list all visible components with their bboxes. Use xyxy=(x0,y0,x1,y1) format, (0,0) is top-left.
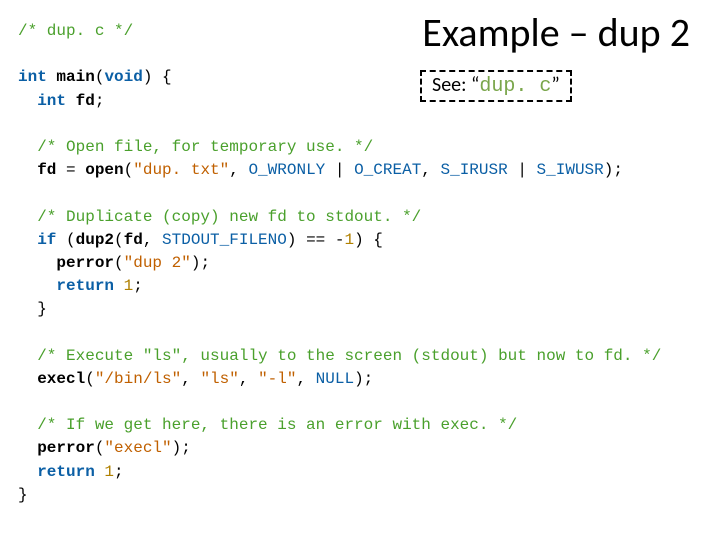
code-func: dup2 xyxy=(76,231,114,249)
code-const: NULL xyxy=(316,370,354,388)
code-func: execl xyxy=(37,370,85,388)
code-type: void xyxy=(104,68,142,86)
code-string: "/bin/ls" xyxy=(95,370,181,388)
code-string: "execl" xyxy=(104,439,171,457)
code-string: "ls" xyxy=(200,370,238,388)
code-keyword: return xyxy=(56,277,114,295)
code-const: O_CREAT xyxy=(354,161,421,179)
code-func: perror xyxy=(37,439,95,457)
code-comment: /* Execute "ls", usually to the screen (… xyxy=(37,347,661,365)
code-number: 1 xyxy=(104,463,114,481)
code-const: STDOUT_FILENO xyxy=(162,231,287,249)
code-ident: fd xyxy=(124,231,143,249)
code-keyword: if xyxy=(37,231,56,249)
code-string: "-l" xyxy=(258,370,296,388)
code-comment: /* Duplicate (copy) new fd to stdout. */ xyxy=(37,208,421,226)
code-block: /* dup. c */ int main(void) { int fd; /*… xyxy=(18,20,661,507)
code-type: int xyxy=(37,92,66,110)
code-const: S_IWUSR xyxy=(537,161,604,179)
code-const: O_WRONLY xyxy=(248,161,325,179)
code-comment: /* If we get here, there is an error wit… xyxy=(37,416,517,434)
code-number: 1 xyxy=(344,231,354,249)
code-number: 1 xyxy=(124,277,134,295)
code-ident: fd xyxy=(76,92,95,110)
code-const: S_IRUSR xyxy=(441,161,508,179)
slide: Example – dup 2 See: “dup. c” /* dup. c … xyxy=(0,0,720,540)
code-string: "dup 2" xyxy=(124,254,191,272)
code-func: open xyxy=(85,161,123,179)
code-comment: /* dup. c */ xyxy=(18,22,133,40)
code-comment: /* Open file, for temporary use. */ xyxy=(37,138,373,156)
code-func: main xyxy=(56,68,94,86)
code-func: perror xyxy=(56,254,114,272)
code-string: "dup. txt" xyxy=(133,161,229,179)
code-type: int xyxy=(18,68,47,86)
code-ident: fd xyxy=(37,161,56,179)
code-keyword: return xyxy=(37,463,95,481)
